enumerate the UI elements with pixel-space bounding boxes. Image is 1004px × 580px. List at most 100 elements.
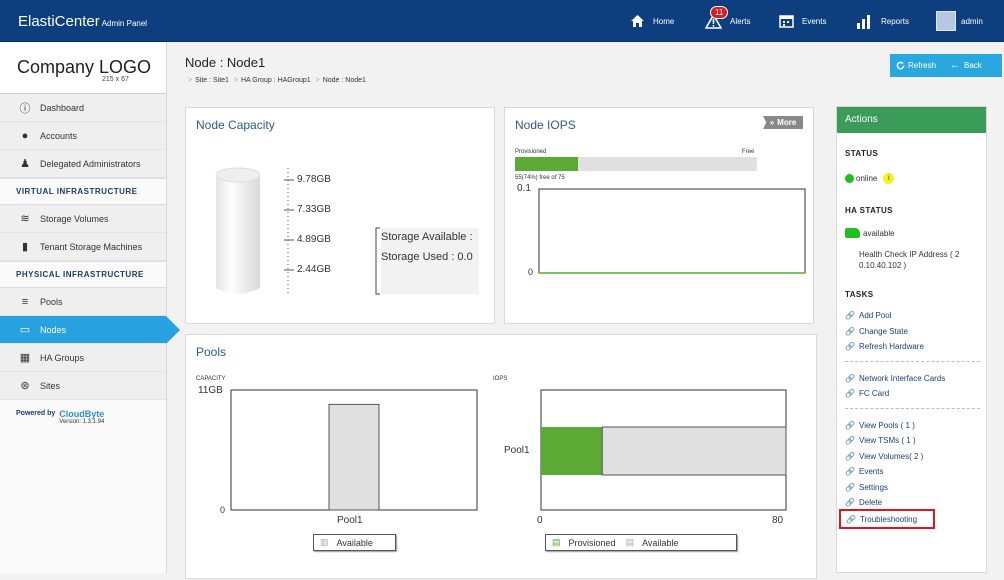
breadcrumb-ha-group[interactable]: HA Group : HAGroup1 xyxy=(241,77,311,84)
bar-chart-icon xyxy=(857,14,870,29)
actions-panel: Actions STATUS online i HA STATUS availa… xyxy=(836,106,987,573)
sidebar-item-sites[interactable]: ⊛ Sites xyxy=(0,372,166,400)
actions-header: Actions xyxy=(837,107,986,133)
capacity-tick-label: 2.44GB xyxy=(297,264,331,275)
info-badge-icon[interactable]: i xyxy=(883,173,895,184)
link-icon: 🔗 xyxy=(845,389,855,398)
divider xyxy=(845,361,980,362)
task-events[interactable]: 🔗 Events xyxy=(845,467,883,476)
bar-legend-icon: ▥ xyxy=(320,537,329,547)
nav-user[interactable]: admin xyxy=(936,0,983,42)
sidebar-item-pools[interactable]: ≡ Pools xyxy=(0,288,166,316)
iops-bar-available xyxy=(601,426,787,476)
home-icon xyxy=(631,15,644,27)
refresh-button[interactable]: Refresh xyxy=(896,61,936,70)
bar-legend-icon-green: ▤ xyxy=(552,537,561,547)
user-icon: ● xyxy=(21,129,29,142)
bar-legend-icon-gray: ▤ xyxy=(625,537,635,547)
section-physical-infrastructure: PHYSICAL INFRASTRUCTURE xyxy=(0,261,166,288)
status-row: online i xyxy=(845,173,895,184)
sidebar-item-delegated-administrators[interactable]: ♟ Delegated Administrators xyxy=(0,150,166,178)
arrow-left-icon: ← xyxy=(950,60,961,71)
link-icon: 🔗 xyxy=(845,436,855,445)
tasks-heading: TASKS xyxy=(845,290,874,299)
capacity-tick-label: 7.33GB xyxy=(297,204,331,215)
sidebar-item-storage-volumes[interactable]: ≋ Storage Volumes xyxy=(0,205,166,233)
iops-bar-provisioned xyxy=(541,427,603,475)
sidebar-item-dashboard[interactable]: ⓘ Dashboard xyxy=(0,94,166,122)
node-capacity-panel: Node Capacity 9.78GB 7.33GB 4.89GB 2.44G… xyxy=(185,107,495,324)
task-view-pools[interactable]: 🔗 View Pools ( 1 ) xyxy=(845,421,915,430)
node-icon: ▭ xyxy=(19,324,31,336)
sidebar-item-ha-groups[interactable]: ▦ HA Groups xyxy=(0,344,166,372)
section-virtual-infrastructure: VIRTUAL INFRASTRUCTURE xyxy=(0,178,166,205)
cloudbyte-logo: CloudByte Version: 1.3.1.94 xyxy=(59,409,105,425)
action-button-bar: Refresh ← Back xyxy=(890,54,1002,77)
link-icon: 🔗 xyxy=(845,421,855,430)
link-icon: 🔗 xyxy=(845,483,855,492)
iops-line-chart xyxy=(538,188,806,274)
task-fc-card[interactable]: 🔗 FC Card xyxy=(845,389,889,398)
capacity-cylinder-chart xyxy=(215,167,479,295)
breadcrumb: > Site : Site1 > HA Group : HAGroup1 > Node… xyxy=(188,77,366,84)
ha-status-heading: HA STATUS xyxy=(845,206,893,215)
refresh-icon xyxy=(896,61,905,70)
task-delete[interactable]: 🔗 Delete xyxy=(845,498,882,507)
ha-status-row: available xyxy=(845,228,895,238)
task-network-interface-cards[interactable]: 🔗 Network Interface Cards xyxy=(845,374,945,383)
link-icon: 🔗 xyxy=(845,374,855,383)
link-icon: 🔗 xyxy=(845,327,855,336)
powered-by: Powered by CloudByte Version: 1.3.1.94 xyxy=(16,409,105,425)
ha-group-icon: ▦ xyxy=(19,352,31,364)
legend-available-iops: Available xyxy=(642,537,679,548)
brand[interactable]: ElastiCenter Admin Panel xyxy=(18,13,147,30)
status-heading: STATUS xyxy=(845,149,879,158)
database-icon: ≋ xyxy=(20,213,30,225)
calendar-icon xyxy=(779,15,794,28)
task-add-pool[interactable]: 🔗 Add Pool xyxy=(845,311,891,320)
capacity-legend: ▥ Available xyxy=(313,534,396,551)
iops-legend: ▤ Provisioned ▤ Available xyxy=(545,534,737,551)
storage-available-label: Storage Available : xyxy=(381,231,473,243)
link-icon: 🔗 xyxy=(846,514,856,524)
back-button[interactable]: ← Back xyxy=(950,60,982,71)
info-icon: ⓘ xyxy=(19,102,31,115)
site-icon: ⊛ xyxy=(20,380,30,392)
capacity-bar-pool1 xyxy=(328,403,380,511)
link-icon: 🔗 xyxy=(845,467,855,476)
layers-icon: ≡ xyxy=(21,295,29,308)
top-bar: ElastiCenter Admin Panel Home Alerts 11 E… xyxy=(0,0,1004,42)
task-settings[interactable]: 🔗 Settings xyxy=(845,483,888,492)
breadcrumb-node: Node : Node1 xyxy=(322,77,366,84)
nav-reports[interactable]: Reports xyxy=(856,0,909,42)
thumbs-up-icon xyxy=(845,228,860,238)
online-status-icon xyxy=(845,174,854,183)
task-view-tsms[interactable]: 🔗 View TSMs ( 1 ) xyxy=(845,436,916,445)
nav-home[interactable]: Home xyxy=(630,0,674,42)
task-change-state[interactable]: 🔗 Change State xyxy=(845,327,908,336)
task-view-volumes[interactable]: 🔗 View Volumes( 2 ) xyxy=(845,452,923,461)
sidebar: Company LOGO 215 x 67 ⓘ Dashboard ● Accoun… xyxy=(0,42,180,573)
link-icon: 🔗 xyxy=(845,311,855,320)
task-troubleshooting[interactable]: 🔗 Troubleshooting xyxy=(839,509,935,529)
health-check-info: Health Check IP Address ( 2 0.10.40.102 … xyxy=(859,250,960,270)
sidebar-item-nodes[interactable]: ▭ Nodes xyxy=(0,316,180,344)
storage-used-label: Storage Used : 0.0 xyxy=(381,251,473,263)
legend-available: Available xyxy=(336,537,373,548)
company-logo: Company LOGO 215 x 67 xyxy=(0,42,166,94)
page-title: Node : Node1 xyxy=(185,55,266,70)
task-refresh-hardware[interactable]: 🔗 Refresh Hardware xyxy=(845,342,924,351)
main-content: Node : Node1 > Site : Site1 > HA Group : H… xyxy=(168,42,1004,579)
sidebar-item-tenant-storage-machines[interactable]: ▮ Tenant Storage Machines xyxy=(0,233,166,261)
sidebar-item-accounts[interactable]: ● Accounts xyxy=(0,122,166,150)
legend-provisioned: Provisioned xyxy=(568,537,616,548)
link-icon: 🔗 xyxy=(845,498,855,507)
divider xyxy=(845,408,980,409)
ha-status-value: available xyxy=(863,228,895,238)
breadcrumb-site[interactable]: Site : Site1 xyxy=(195,77,229,84)
nav-events[interactable]: Events xyxy=(779,0,826,42)
capacity-tick-label: 4.89GB xyxy=(297,234,331,245)
avatar xyxy=(936,11,956,31)
admin-user-icon: ♟ xyxy=(20,158,30,170)
node-iops-panel: Node IOPS » More Provisioned Free 55(74%)… xyxy=(504,107,814,324)
